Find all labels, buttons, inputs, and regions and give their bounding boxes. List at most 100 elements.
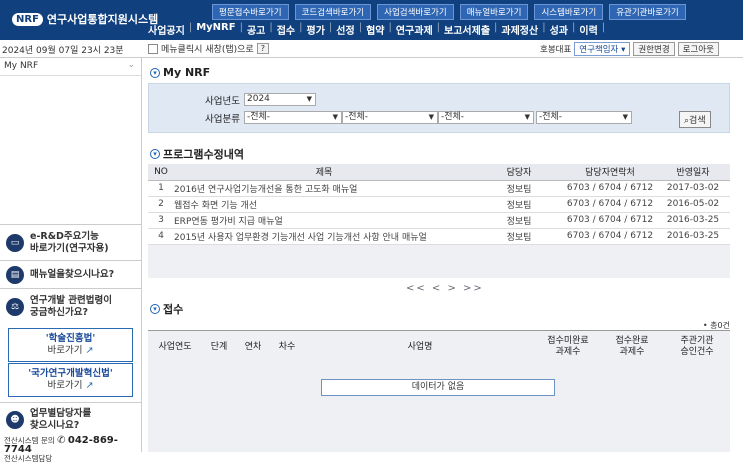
nav-agreement[interactable]: 협약 bbox=[366, 22, 384, 37]
nav-results[interactable]: 성과 bbox=[550, 22, 568, 37]
external-link-icon: ↗ bbox=[85, 380, 94, 391]
sidebar-item-staff[interactable]: ☻ 업무별담당자를 찾으시나요? bbox=[0, 402, 141, 436]
receipt-table: 사업연도 단계 연차 차수 사업명 접수미완료 과제수 접수완료 과제수 주관기… bbox=[148, 330, 730, 364]
user-box: 호봉대표 연구책임자 ▾ 권한변경 로그아웃 bbox=[540, 42, 719, 56]
nav-notice[interactable]: 사업공지 bbox=[148, 22, 185, 37]
header-bar: NRF 연구사업통합지원시스템 평문접수바로가기 코드검색바로가기 사업검색바로… bbox=[0, 0, 743, 40]
col-header: 접수완료 과제수 bbox=[600, 330, 664, 364]
sidebar-item-laws[interactable]: ⚖ 연구개발 관련법령이 궁금하신가요? bbox=[0, 288, 141, 324]
sidebar-item-label: 매뉴얼을찾으시나요? bbox=[30, 268, 115, 280]
col-header: 담당자연락처 bbox=[564, 164, 656, 181]
nav-selection[interactable]: 선정 bbox=[336, 22, 354, 37]
row-title[interactable]: 웹접수 화면 기능 개선 bbox=[174, 196, 474, 213]
logo-badge: NRF bbox=[12, 12, 43, 26]
row-title[interactable]: 2015년 사용자 업무환경 기능개선 사업 기능개선 사항 안내 매뉴얼 bbox=[174, 228, 474, 245]
col-header: 차수 bbox=[270, 330, 304, 364]
scale-icon: ⚖ bbox=[6, 297, 24, 316]
col-header: 담당자 bbox=[474, 164, 564, 181]
external-link-icon: ↗ bbox=[85, 345, 94, 356]
col-header: 주관기관 승인건수 bbox=[664, 330, 730, 364]
manual-icon: ▤ bbox=[6, 265, 24, 284]
new-tab-label: 메뉴클릭시 새창(탭)으로 bbox=[161, 45, 254, 55]
pagination[interactable]: << < > >> bbox=[406, 283, 484, 294]
chevron-down-icon: ⌄ bbox=[127, 60, 135, 70]
col-header: 사업연도 bbox=[148, 330, 202, 364]
nav-history[interactable]: 이력 bbox=[579, 22, 597, 37]
no-data-message: 데이터가 없음 bbox=[321, 379, 555, 396]
col-header: 제목 bbox=[174, 164, 474, 181]
col-header: 연차 bbox=[236, 330, 270, 364]
search-button[interactable]: ⌕검색 bbox=[679, 111, 711, 128]
quick-link-system[interactable]: 시스템바로가기 bbox=[534, 4, 604, 20]
nav-mynrf[interactable]: MyNRF bbox=[196, 22, 235, 37]
quick-link-project-search[interactable]: 사업검색바로가기 bbox=[377, 4, 454, 20]
mynrf-title-text: My NRF bbox=[163, 66, 211, 79]
col-header: NO bbox=[148, 164, 174, 181]
search-panel: 사업년도 2024 ▼ 사업분류 -전체- ▼ -전체- ▼ -전체- ▼ -전체- ▼ … bbox=[148, 83, 730, 133]
section-bullet-icon: ▾ bbox=[150, 149, 160, 159]
logo[interactable]: NRF 연구사업통합지원시스템 bbox=[12, 11, 158, 27]
person-icon: ☻ bbox=[6, 410, 24, 429]
left-sidebar: My NRF ⌄ ▭ e-R&D주요기능 바로가기(연구자용) ▤ 매뉴얼을찾으… bbox=[0, 58, 142, 463]
sidebar-menu-mynrf[interactable]: My NRF ⌄ bbox=[0, 58, 141, 76]
year-select[interactable]: 2024 ▼ bbox=[244, 93, 316, 106]
dropdown-arrow-icon: ▼ bbox=[524, 113, 530, 121]
program-title-text: 프로그램수정내역 bbox=[163, 148, 244, 161]
help-button[interactable]: ? bbox=[256, 43, 269, 54]
quick-link-related-org[interactable]: 유관기관바로가기 bbox=[609, 4, 686, 20]
class-select-3[interactable]: -전체- ▼ bbox=[438, 111, 534, 124]
col-header: 접수미완료 과제수 bbox=[536, 330, 600, 364]
user-name: 호봉대표 bbox=[540, 45, 572, 55]
quick-links: 평문접수바로가기 코드검색바로가기 사업검색바로가기 매뉴얼바로가기 시스템바로… bbox=[212, 4, 686, 20]
law-button-title: '학술진흥법' bbox=[45, 333, 96, 344]
quick-link-code-search[interactable]: 코드검색바로가기 bbox=[294, 4, 372, 20]
table-header-row: NO 제목 담당자 담당자연락처 반영일자 bbox=[148, 164, 730, 181]
logo-text: 연구사업통합지원시스템 bbox=[46, 13, 159, 26]
col-header: 사업명 bbox=[304, 330, 536, 364]
law-button-sub: 바로가기 bbox=[47, 380, 83, 391]
current-datetime: 2024년 09월 07일 23시 23분 bbox=[2, 46, 124, 56]
col-header: 단계 bbox=[202, 330, 236, 364]
contact-info: 전산시스템 문의 ✆ 042-869-7744 전산시스템담당 bbox=[4, 436, 141, 463]
sidebar-item-manual[interactable]: ▤ 매뉴얼을찾으시나요? bbox=[0, 260, 141, 288]
nav-announcement[interactable]: 공고 bbox=[247, 22, 265, 37]
row-title[interactable]: ERP연동 평가비 지급 매뉴얼 bbox=[174, 212, 474, 229]
program-table: NO 제목 담당자 담당자연락처 반영일자 1 2016년 연구사업기능개선을 … bbox=[148, 164, 730, 245]
main-content: ▾ My NRF 사업년도 2024 ▼ 사업분류 -전체- ▼ -전체- ▼ -전체… bbox=[148, 58, 738, 452]
class-label: 사업분류 bbox=[205, 114, 240, 125]
table-row[interactable]: 3 ERP연동 평가비 지급 매뉴얼 정보팀 6703 / 6704 / 671… bbox=[148, 212, 730, 229]
table-row[interactable]: 1 2016년 연구사업기능개선을 통한 고도화 매뉴얼 정보팀 6703 / … bbox=[148, 180, 730, 197]
receipt-title: ▾ 접수 bbox=[150, 301, 183, 317]
new-tab-checkbox[interactable] bbox=[148, 43, 158, 54]
sidebar-item-label: e-R&D주요기능 바로가기(연구자용) bbox=[30, 230, 109, 254]
class-select-4[interactable]: -전체- ▼ bbox=[536, 111, 632, 124]
role-select[interactable]: 연구책임자 ▾ bbox=[574, 42, 631, 56]
nav-receipt[interactable]: 접수 bbox=[277, 22, 295, 37]
nav-evaluation[interactable]: 평가 bbox=[307, 22, 325, 37]
section-bullet-icon: ▾ bbox=[150, 67, 160, 78]
table-row[interactable]: 2 웹접수 화면 기능 개선 정보팀 6703 / 6704 / 6712 20… bbox=[148, 196, 730, 213]
phone-icon: ✆ bbox=[57, 435, 66, 446]
quick-link-manual[interactable]: 매뉴얼바로가기 bbox=[459, 4, 529, 20]
nav-research[interactable]: 연구과제 bbox=[396, 22, 433, 37]
dropdown-arrow-icon: ▼ bbox=[306, 95, 312, 103]
receipt-table-body: 데이터가 없음 bbox=[148, 363, 730, 452]
row-title[interactable]: 2016년 연구사업기능개선을 통한 고도화 매뉴얼 bbox=[174, 180, 474, 197]
law-button-academic[interactable]: '학술진흥법' 바로가기 ↗ bbox=[8, 328, 133, 362]
table-header-row: 사업연도 단계 연차 차수 사업명 접수미완료 과제수 접수완료 과제수 주관기… bbox=[148, 330, 730, 364]
logout-button[interactable]: 로그아웃 bbox=[677, 42, 719, 56]
quick-link-applywork[interactable]: 평문접수바로가기 bbox=[212, 4, 289, 20]
nav-report[interactable]: 보고서제출 bbox=[444, 22, 490, 37]
main-nav: 사업공지 | MyNRF | 공고 | 접수 | 평가 | 선정 | 협약 | 연구과제 | 보… bbox=[148, 22, 606, 37]
sidebar-menu-label: My NRF bbox=[4, 61, 39, 71]
change-role-button[interactable]: 권한변경 bbox=[633, 42, 675, 56]
nav-settlement[interactable]: 과제정산 bbox=[501, 22, 538, 37]
table-row[interactable]: 4 2015년 사용자 업무환경 기능개선 사업 기능개선 사항 안내 매뉴얼 … bbox=[148, 228, 730, 245]
law-button-rnd-innovation[interactable]: '국가연구개발혁신법' 바로가기 ↗ bbox=[8, 363, 133, 397]
class-select-1[interactable]: -전체- ▼ bbox=[244, 111, 342, 124]
year-label: 사업년도 bbox=[205, 96, 240, 107]
sidebar-item-erd-functions[interactable]: ▭ e-R&D주요기능 바로가기(연구자용) bbox=[0, 224, 141, 260]
class-select-2[interactable]: -전체- ▼ bbox=[342, 111, 438, 124]
dropdown-arrow-icon: ▼ bbox=[622, 113, 628, 121]
law-button-sub: 바로가기 bbox=[47, 345, 83, 356]
